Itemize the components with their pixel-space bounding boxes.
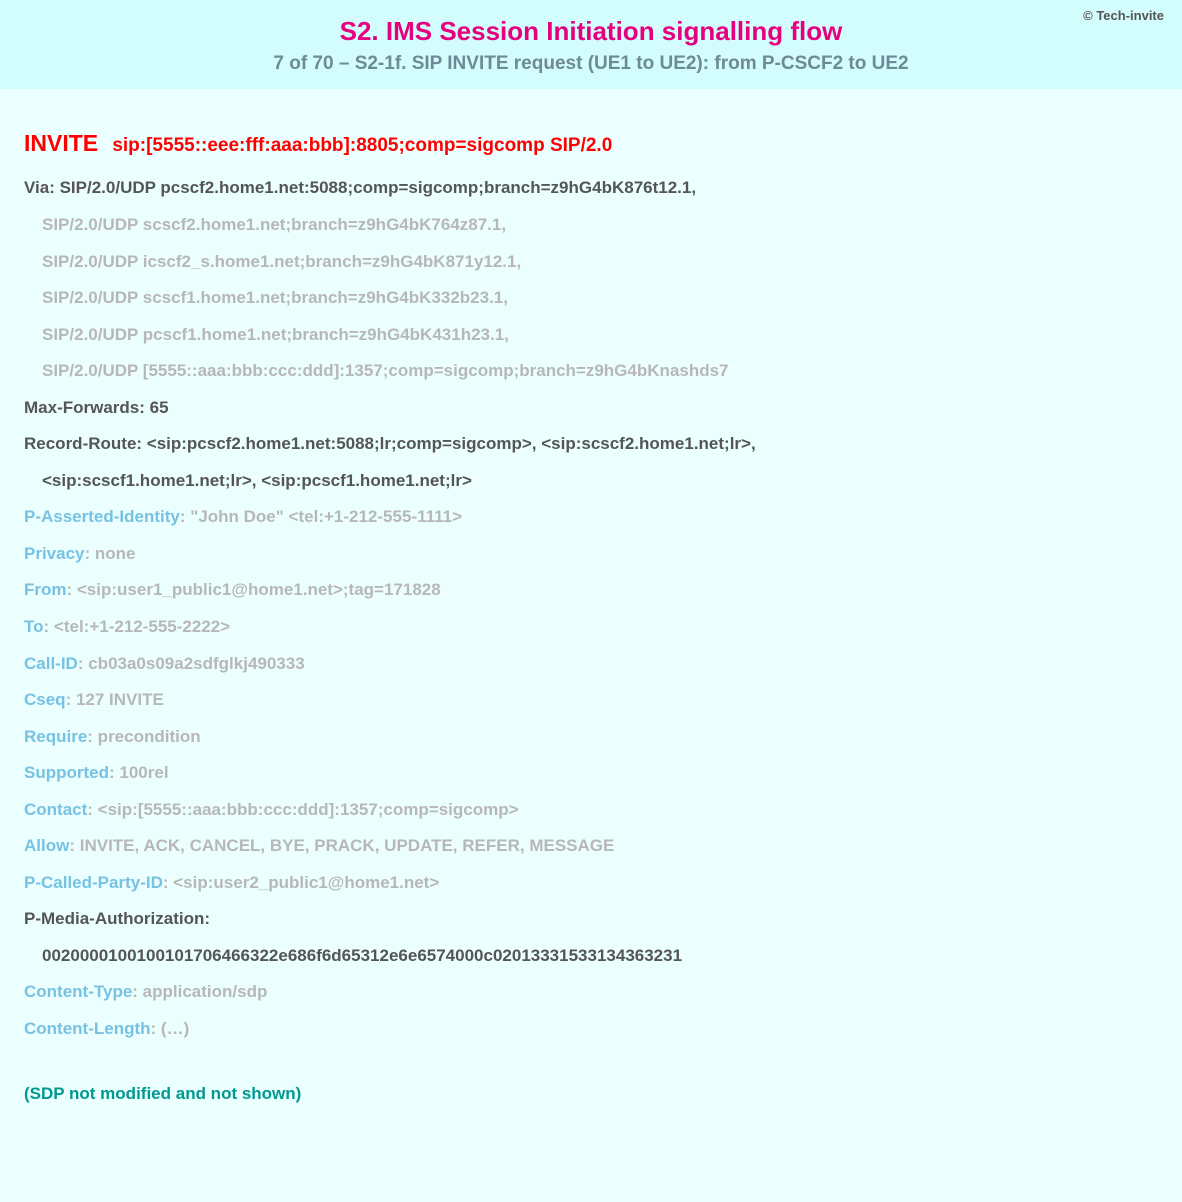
header-value: : <tel:+1-212-555-2222> [44, 617, 231, 636]
header-value: : <sip:user1_public1@home1.net>;tag=1718… [67, 580, 441, 599]
header-value: : <sip:user2_public1@home1.net> [163, 873, 439, 892]
header-name: Cseq [24, 690, 66, 709]
header-value: : INVITE, ACK, CANCEL, BYE, PRACK, UPDAT… [69, 836, 614, 855]
record-route-header: Record-Route: <sip:pcscf2.home1.net:5088… [24, 426, 1158, 463]
contact-header: Contact: <sip:[5555::aaa:bbb:ccc:ddd]:13… [24, 792, 1158, 829]
p-asserted-identity-header: P-Asserted-Identity: "John Doe" <tel:+1-… [24, 499, 1158, 536]
header-name: Content-Type [24, 982, 132, 1001]
via-header-cont: SIP/2.0/UDP [5555::aaa:bbb:ccc:ddd]:1357… [24, 353, 1158, 390]
document-page: © Tech-invite S2. IMS Session Initiation… [0, 0, 1182, 1202]
cseq-header: Cseq: 127 INVITE [24, 682, 1158, 719]
header-name: Privacy [24, 544, 85, 563]
header-name: To [24, 617, 44, 636]
call-id-header: Call-ID: cb03a0s09a2sdfglkj490333 [24, 646, 1158, 683]
page-subtitle: 7 of 70 – S2-1f. SIP INVITE request (UE1… [20, 53, 1162, 75]
header-value: : "John Doe" <tel:+1-212-555-1111> [180, 507, 462, 526]
header-value: : application/sdp [132, 982, 267, 1001]
content-length-header: Content-Length: (…) [24, 1011, 1158, 1048]
sip-method: INVITE [24, 130, 98, 156]
header-name: Content-Length [24, 1019, 151, 1038]
header-name: Allow [24, 836, 69, 855]
request-line: INVITE sip:[5555::eee:fff:aaa:bbb]:8805;… [24, 119, 1158, 168]
copyright-text: © Tech-invite [1083, 8, 1164, 23]
via-header-cont: SIP/2.0/UDP pcscf1.home1.net;branch=z9hG… [24, 317, 1158, 354]
header-name: P-Asserted-Identity [24, 507, 180, 526]
header-value: : 127 INVITE [66, 690, 164, 709]
header-value: : (…) [151, 1019, 190, 1038]
from-header: From: <sip:user1_public1@home1.net>;tag=… [24, 572, 1158, 609]
header-value: : none [85, 544, 136, 563]
header-value: : 100rel [109, 763, 169, 782]
content-type-header: Content-Type: application/sdp [24, 974, 1158, 1011]
header-name: From [24, 580, 67, 599]
via-header-first: Via: SIP/2.0/UDP pcscf2.home1.net:5088;c… [24, 170, 1158, 207]
sdp-note: (SDP not modified and not shown) [24, 1076, 1158, 1113]
header-value: : precondition [87, 727, 200, 746]
record-route-cont: <sip:scscf1.home1.net;lr>, <sip:pcscf1.h… [24, 463, 1158, 500]
header-value: : <sip:[5555::aaa:bbb:ccc:ddd]:1357;comp… [87, 800, 518, 819]
page-title: S2. IMS Session Initiation signalling fl… [20, 12, 1162, 47]
require-header: Require: precondition [24, 719, 1158, 756]
via-header-cont: SIP/2.0/UDP icscf2_s.home1.net;branch=z9… [24, 244, 1158, 281]
max-forwards-header: Max-Forwards: 65 [24, 390, 1158, 427]
sip-request-uri: sip:[5555::eee:fff:aaa:bbb]:8805;comp=si… [112, 135, 612, 156]
allow-header: Allow: INVITE, ACK, CANCEL, BYE, PRACK, … [24, 828, 1158, 865]
header-name: Supported [24, 763, 109, 782]
header-name: Require [24, 727, 87, 746]
header-value: : cb03a0s09a2sdfglkj490333 [78, 654, 305, 673]
via-header-cont: SIP/2.0/UDP scscf2.home1.net;branch=z9hG… [24, 207, 1158, 244]
privacy-header: Privacy: none [24, 536, 1158, 573]
supported-header: Supported: 100rel [24, 755, 1158, 792]
header-name: Call-ID [24, 654, 78, 673]
header-banner: © Tech-invite S2. IMS Session Initiation… [0, 0, 1182, 89]
header-name: P-Called-Party-ID [24, 873, 163, 892]
via-header-cont: SIP/2.0/UDP scscf1.home1.net;branch=z9hG… [24, 280, 1158, 317]
p-media-authorization-header: P-Media-Authorization: [24, 901, 1158, 938]
p-called-party-id-header: P-Called-Party-ID: <sip:user2_public1@ho… [24, 865, 1158, 902]
p-media-authorization-value: 0020000100100101706466322e686f6d65312e6e… [24, 938, 1158, 975]
sip-message-body: INVITE sip:[5555::eee:fff:aaa:bbb]:8805;… [0, 89, 1182, 1202]
to-header: To: <tel:+1-212-555-2222> [24, 609, 1158, 646]
header-name: Contact [24, 800, 87, 819]
